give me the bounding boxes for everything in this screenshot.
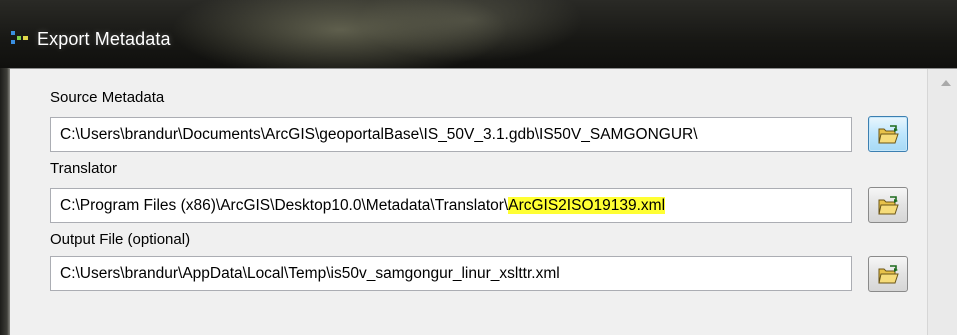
- translator-input[interactable]: C:\Program Files (x86)\ArcGIS\Desktop10.…: [50, 188, 852, 223]
- export-metadata-icon: [11, 31, 28, 44]
- title-bar[interactable]: Export Metadata: [0, 0, 957, 68]
- output-file-value: C:\Users\brandur\AppData\Local\Temp\is50…: [60, 265, 560, 282]
- translator-value-filename: ArcGIS2ISO19139.xml: [508, 197, 666, 214]
- output-file-input[interactable]: C:\Users\brandur\AppData\Local\Temp\is50…: [50, 256, 852, 291]
- open-folder-icon: [878, 265, 899, 284]
- vertical-scrollbar[interactable]: [927, 69, 957, 335]
- source-metadata-label: Source Metadata: [50, 89, 165, 106]
- translator-label: Translator: [50, 160, 117, 177]
- window-title: Export Metadata: [37, 29, 171, 49]
- window-frame: [0, 68, 10, 335]
- source-metadata-browse-button[interactable]: [868, 116, 908, 152]
- source-metadata-value: C:\Users\brandur\Documents\ArcGIS\geopor…: [60, 126, 698, 143]
- open-folder-icon: [878, 196, 899, 215]
- scroll-up-arrow-icon[interactable]: [941, 80, 951, 86]
- translator-browse-button[interactable]: [868, 187, 908, 223]
- translator-value-path: C:\Program Files (x86)\ArcGIS\Desktop10.…: [60, 197, 509, 214]
- source-metadata-input[interactable]: C:\Users\brandur\Documents\ArcGIS\geopor…: [50, 117, 852, 152]
- output-file-browse-button[interactable]: [868, 256, 908, 292]
- output-file-label: Output File (optional): [50, 231, 191, 248]
- export-metadata-window: Export Metadata Source Metadata C:\Users…: [0, 0, 957, 335]
- open-folder-icon: [878, 125, 899, 144]
